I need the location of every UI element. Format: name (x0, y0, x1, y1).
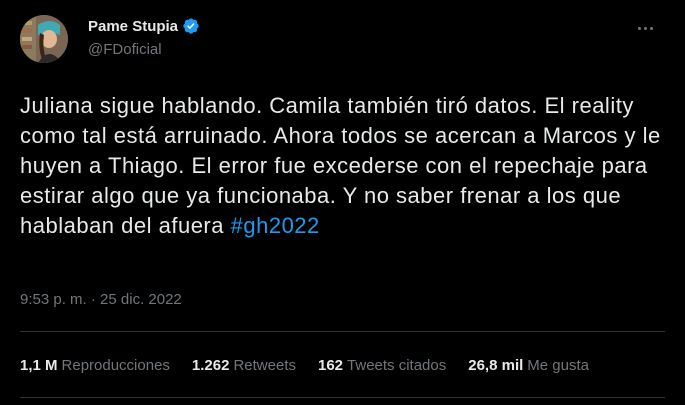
tweet-date: 25 dic. 2022 (100, 291, 182, 308)
stat-quotes-label: Tweets citados (347, 357, 447, 374)
divider (20, 397, 665, 398)
stat-retweets-value: 1.262 (191, 357, 230, 374)
stat-likes-value: 26,8 mil (468, 357, 524, 374)
tweet-timestamp[interactable]: 9:53 p. m. · 25 dic. 2022 (20, 291, 182, 308)
stat-retweets[interactable]: 1.262 Retweets (192, 357, 296, 374)
stat-views-value: 1,1 M (20, 357, 58, 374)
tweet-body: Juliana sigue hablando. Camila también t… (20, 93, 661, 238)
stat-quotes-value: 162 (318, 357, 344, 374)
author-name-row: Pame Stupia (88, 17, 200, 35)
meta-separator: · (90, 291, 96, 308)
divider (20, 331, 665, 332)
stat-views[interactable]: 1,1 M Reproducciones (20, 357, 170, 374)
tweet-text: Juliana sigue hablando. Camila también t… (20, 91, 670, 241)
hashtag-link[interactable]: #gh2022 (231, 213, 320, 238)
author-display-name[interactable]: Pame Stupia (88, 18, 178, 35)
stat-likes-label: Me gusta (527, 357, 589, 374)
verified-badge-icon (182, 17, 200, 35)
more-options-icon[interactable] (633, 16, 657, 40)
avatar[interactable] (20, 15, 68, 63)
tweet-time: 9:53 p. m. (20, 291, 87, 308)
avatar-image (20, 15, 68, 63)
stat-retweets-label: Retweets (233, 357, 296, 374)
author-handle[interactable]: @FDoficial (88, 41, 162, 58)
stat-views-label: Reproducciones (61, 357, 170, 374)
stat-quotes[interactable]: 162 Tweets citados (318, 357, 446, 374)
tweet-card: Pame Stupia @FDoficial Juliana sigue hab… (0, 0, 685, 405)
tweet-stats: 1,1 M Reproducciones 1.262 Retweets 162 … (20, 357, 589, 374)
stat-likes[interactable]: 26,8 mil Me gusta (468, 357, 589, 374)
